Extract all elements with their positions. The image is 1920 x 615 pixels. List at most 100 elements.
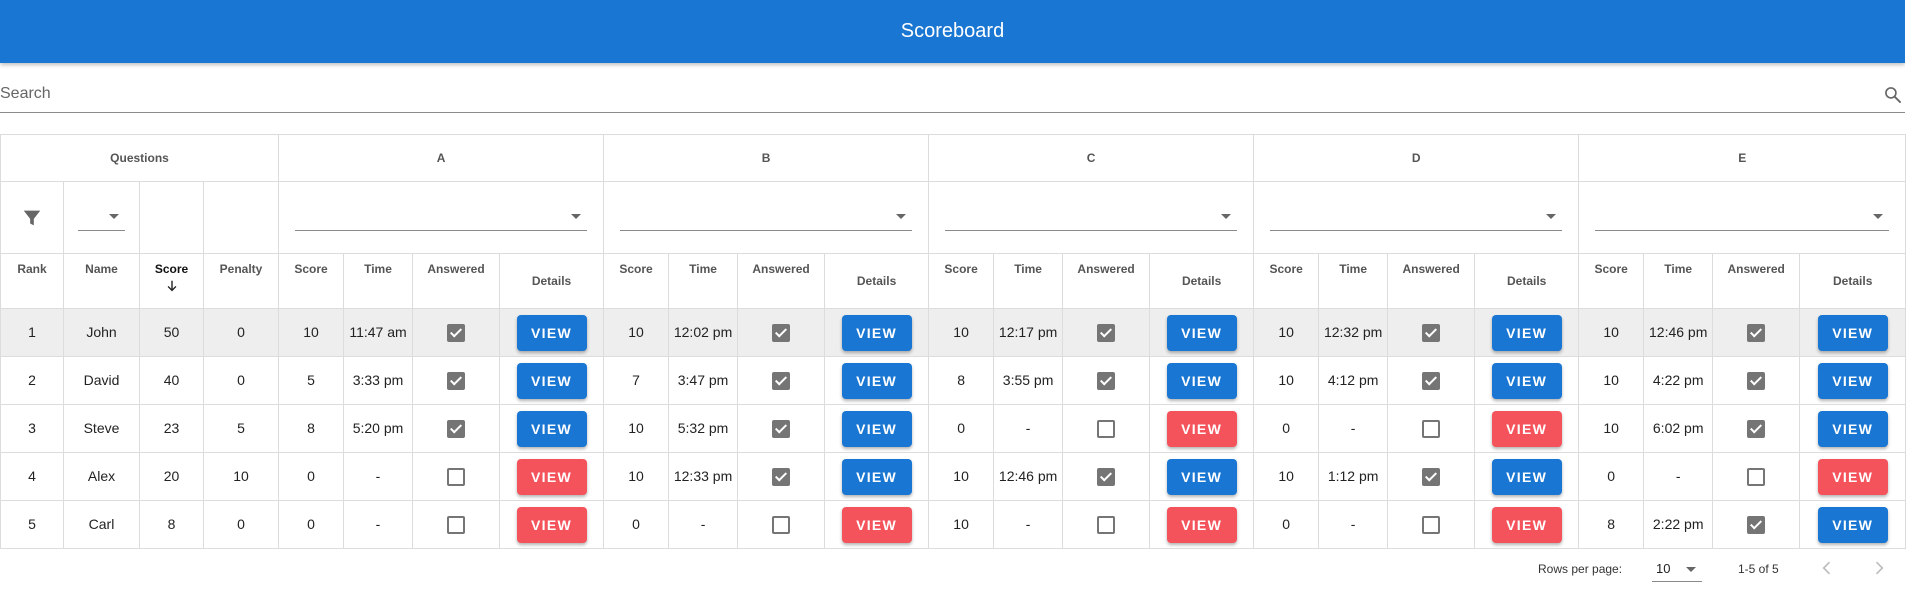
view-details-button[interactable]: VIEW: [1817, 314, 1888, 351]
view-details-button[interactable]: VIEW: [1166, 458, 1237, 495]
col-header-qe-answered[interactable]: Answered: [1712, 253, 1801, 309]
col-header-score[interactable]: Score: [139, 253, 204, 309]
view-details-button[interactable]: VIEW: [1166, 362, 1237, 399]
chevron-left-icon[interactable]: [1817, 558, 1837, 578]
col-header-qb-score[interactable]: Score: [603, 253, 670, 309]
answered-checkbox[interactable]: [1422, 324, 1441, 343]
qe-details-cell: VIEW: [1799, 356, 1907, 405]
view-details-button[interactable]: VIEW: [1491, 362, 1562, 399]
answered-checkbox[interactable]: [772, 516, 791, 535]
view-details-button[interactable]: VIEW: [841, 506, 912, 543]
answered-checkbox[interactable]: [1747, 372, 1766, 391]
chevron-right-icon[interactable]: [1869, 558, 1889, 578]
name-filter-select[interactable]: [78, 204, 125, 231]
qc-score-cell: 10: [928, 500, 995, 549]
answered-checkbox[interactable]: [1422, 420, 1441, 439]
answered-checkbox[interactable]: [447, 324, 465, 343]
col-header-rank[interactable]: Rank: [0, 253, 64, 309]
page-scrollbar[interactable]: [1905, 0, 1920, 615]
table-row[interactable]: 3 Steve 23 5 8 5:20 pm VIEW 10 5:32 pm VIEW 0- VIEW…: [0, 404, 1907, 453]
filter-icon[interactable]: [21, 207, 43, 229]
answered-checkbox[interactable]: [1747, 324, 1766, 343]
question-b-filter-select[interactable]: [620, 204, 913, 231]
col-header-qb-details[interactable]: Details: [824, 253, 930, 309]
col-header-qd-details[interactable]: Details: [1474, 253, 1580, 309]
col-header-qd-time[interactable]: Time: [1318, 253, 1389, 309]
qa-score-cell: 0: [278, 452, 344, 501]
col-header-qe-time[interactable]: Time: [1643, 253, 1714, 309]
qa-answered-cell: [412, 404, 500, 453]
col-header-qa-time[interactable]: Time: [343, 253, 413, 309]
view-details-button[interactable]: VIEW: [841, 362, 912, 399]
view-details-button[interactable]: VIEW: [1166, 410, 1237, 447]
rank-cell: 5: [0, 500, 64, 549]
view-details-button[interactable]: VIEW: [1491, 506, 1562, 543]
view-details-button[interactable]: VIEW: [1817, 506, 1888, 543]
question-d-filter-select[interactable]: [1270, 204, 1563, 231]
col-header-qe-details[interactable]: Details: [1799, 253, 1907, 309]
view-details-button[interactable]: VIEW: [516, 458, 587, 495]
col-header-qc-details[interactable]: Details: [1149, 253, 1255, 309]
answered-checkbox[interactable]: [772, 468, 791, 487]
answered-checkbox[interactable]: [772, 324, 791, 343]
answered-checkbox[interactable]: [447, 420, 465, 439]
qd-answered-cell: [1387, 308, 1476, 357]
answered-checkbox[interactable]: [1097, 372, 1116, 391]
answered-checkbox[interactable]: [1097, 516, 1116, 535]
view-details-button[interactable]: VIEW: [841, 410, 912, 447]
col-header-qa-details[interactable]: Details: [498, 253, 605, 309]
question-e-filter-select[interactable]: [1595, 204, 1890, 231]
table-row[interactable]: 1 John 50 0 10 11:47 am VIEW 10 12:02 pm VIEW 10 12…: [0, 308, 1907, 357]
col-header-qe-score[interactable]: Score: [1578, 253, 1645, 309]
col-header-qa-answered[interactable]: Answered: [412, 253, 500, 309]
answered-checkbox[interactable]: [447, 516, 465, 535]
view-details-button[interactable]: VIEW: [516, 506, 587, 543]
col-header-qc-answered[interactable]: Answered: [1062, 253, 1151, 309]
view-details-button[interactable]: VIEW: [516, 410, 587, 447]
answered-checkbox[interactable]: [1422, 372, 1441, 391]
answered-checkbox[interactable]: [1747, 420, 1766, 439]
answered-checkbox[interactable]: [772, 420, 791, 439]
table-row[interactable]: 5 Carl 8 0 0- VIEW 0- VIEW 10- VIEW 0- VIEW 8 2:22 pm…: [0, 500, 1907, 549]
caret-down-icon: [1873, 214, 1884, 219]
name-cell: Carl: [63, 500, 140, 549]
view-details-button[interactable]: VIEW: [1491, 314, 1562, 351]
view-details-button[interactable]: VIEW: [1166, 314, 1237, 351]
answered-checkbox[interactable]: [1097, 468, 1116, 487]
col-header-name[interactable]: Name: [63, 253, 140, 309]
answered-checkbox[interactable]: [1422, 516, 1441, 535]
view-details-button[interactable]: VIEW: [1817, 362, 1888, 399]
table-row[interactable]: 2 David 40 0 5 3:33 pm VIEW 7 3:47 pm VIEW 8 3:55 p…: [0, 356, 1907, 405]
col-header-qa-score[interactable]: Score: [278, 253, 344, 309]
col-header-qd-score[interactable]: Score: [1253, 253, 1320, 309]
answered-checkbox[interactable]: [772, 372, 791, 391]
answered-checkbox[interactable]: [1422, 468, 1441, 487]
col-header-penalty[interactable]: Penalty: [203, 253, 279, 309]
view-details-button[interactable]: VIEW: [1491, 458, 1562, 495]
view-details-button[interactable]: VIEW: [841, 314, 912, 351]
answered-checkbox[interactable]: [447, 372, 465, 391]
rows-per-page-select[interactable]: 10: [1652, 556, 1702, 582]
col-header-qb-time[interactable]: Time: [668, 253, 739, 309]
view-details-button[interactable]: VIEW: [841, 458, 912, 495]
search-input[interactable]: [0, 80, 1860, 108]
answered-checkbox[interactable]: [1747, 516, 1766, 535]
question-a-filter-select[interactable]: [295, 204, 588, 231]
view-details-button[interactable]: VIEW: [516, 314, 587, 351]
col-header-qc-time[interactable]: Time: [993, 253, 1064, 309]
answered-checkbox[interactable]: [1747, 468, 1766, 487]
view-details-button[interactable]: VIEW: [1166, 506, 1237, 543]
view-details-button[interactable]: VIEW: [516, 362, 587, 399]
question-c-filter-select[interactable]: [945, 204, 1238, 231]
col-header-qd-answered[interactable]: Answered: [1387, 253, 1476, 309]
search-icon[interactable]: [1883, 85, 1903, 105]
table-row[interactable]: 4 Alex 20 10 0- VIEW 10 12:33 pm VIEW 10 12:46 pm V…: [0, 452, 1907, 501]
view-details-button[interactable]: VIEW: [1817, 458, 1888, 495]
col-header-qb-answered[interactable]: Answered: [737, 253, 826, 309]
view-details-button[interactable]: VIEW: [1817, 410, 1888, 447]
col-header-qc-score[interactable]: Score: [928, 253, 995, 309]
answered-checkbox[interactable]: [1097, 324, 1116, 343]
answered-checkbox[interactable]: [447, 468, 465, 487]
view-details-button[interactable]: VIEW: [1491, 410, 1562, 447]
answered-checkbox[interactable]: [1097, 420, 1116, 439]
